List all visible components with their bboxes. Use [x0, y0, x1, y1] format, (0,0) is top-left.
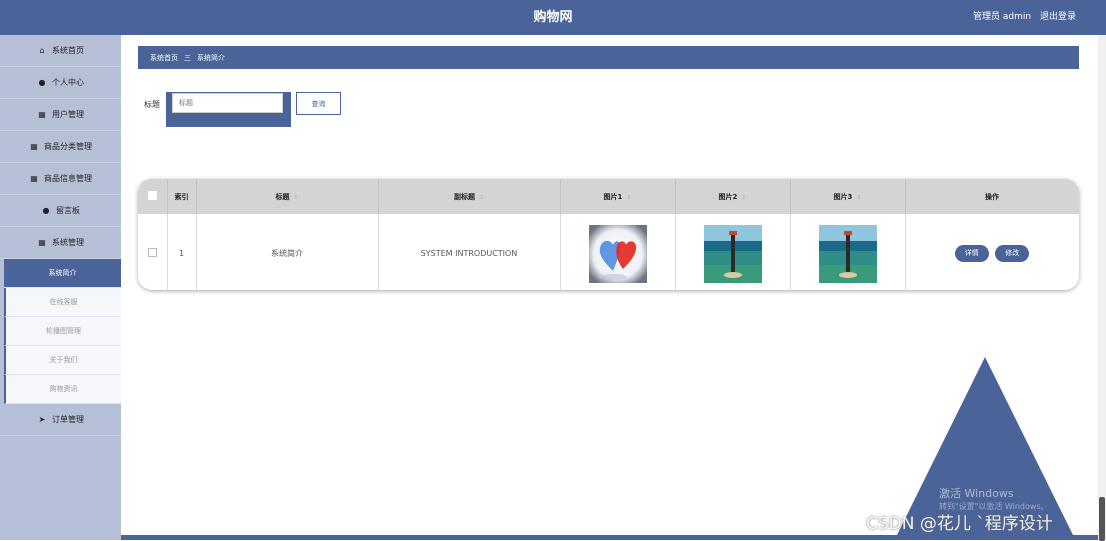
top-navbar: 购物网 管理员 admin 退出登录: [0, 0, 1106, 35]
user-icon: ●: [38, 78, 46, 87]
sidebar-item-categories[interactable]: ▦ 商品分类管理: [0, 131, 121, 163]
sidebar: ⌂ 系统首页 ● 个人中心 ▦ 用户管理 ▦ 商品分类管理 ▦ 商品信息管理 ●…: [0, 35, 121, 540]
column-header-image3[interactable]: 图片3 ⇕: [790, 179, 906, 214]
row-image1-cell: [560, 214, 676, 290]
sidebar-item-label: 商品分类管理: [44, 142, 92, 151]
page-scrollbar[interactable]: [1098, 35, 1106, 541]
send-icon: ➤: [38, 415, 46, 424]
grid-icon: ▦: [30, 174, 38, 183]
bottom-bar: [121, 535, 1106, 540]
breadcrumb-separator: 三: [184, 53, 191, 62]
column-header-image1[interactable]: 图片1 ⇕: [560, 179, 676, 214]
user-area: 管理员 admin 退出登录: [967, 0, 1076, 35]
edit-button[interactable]: 修改: [995, 245, 1030, 262]
home-icon: ⌂: [39, 46, 45, 55]
sidebar-subitem-intro[interactable]: 系统简介: [4, 259, 121, 288]
row-index: 1: [167, 214, 197, 290]
sidebar-subitem-service[interactable]: 在线客服: [4, 288, 121, 317]
sidebar-item-label: 用户管理: [52, 110, 84, 119]
admin-user-label: 管理员 admin: [973, 12, 1032, 22]
windows-activation-watermark: 激活 Windows: [939, 487, 1014, 500]
sidebar-item-label: 个人中心: [52, 78, 84, 87]
grid-icon: ▦: [38, 238, 46, 247]
sidebar-item-label: 订单管理: [52, 415, 84, 424]
column-header-image2[interactable]: 图片2 ⇕: [675, 179, 791, 214]
search-input[interactable]: [172, 93, 283, 113]
column-header-actions: 操作: [905, 179, 1079, 214]
table-header-row: 索引 标题 ⇕ 副标题 ⇕ 图片1 ⇕ 图片2 ⇕ 图片3 ⇕ 操作: [138, 179, 1079, 214]
column-header-label: 图片2: [718, 192, 738, 201]
sort-icon[interactable]: ⇕: [293, 194, 298, 201]
sidebar-item-home[interactable]: ⌂ 系统首页: [0, 35, 121, 67]
sidebar-item-orders[interactable]: ➤ 订单管理: [0, 404, 121, 436]
sort-icon[interactable]: ⇕: [479, 194, 484, 201]
sidebar-item-profile[interactable]: ● 个人中心: [0, 67, 121, 99]
logout-link[interactable]: 退出登录: [1040, 12, 1076, 22]
sidebar-item-users[interactable]: ▦ 用户管理: [0, 99, 121, 131]
column-header-label: 标题: [275, 192, 290, 201]
row-image3-cell: [790, 214, 906, 290]
breadcrumb: 系统首页 三 系统简介: [138, 46, 1079, 69]
column-header-label: 图片1: [603, 192, 623, 201]
sidebar-item-system[interactable]: ▦ 系统管理: [0, 227, 121, 259]
data-table: 索引 标题 ⇕ 副标题 ⇕ 图片1 ⇕ 图片2 ⇕ 图片3 ⇕ 操作 1 系统简介 SYS…: [138, 179, 1079, 290]
query-button[interactable]: 查询: [296, 92, 341, 115]
sidebar-item-label: 留言板: [56, 206, 80, 215]
search-title-label: 标题: [144, 100, 160, 109]
sort-icon[interactable]: ⇕: [856, 194, 861, 201]
select-all-checkbox[interactable]: [147, 191, 157, 200]
row-image2-cell: [675, 214, 791, 290]
sort-icon[interactable]: ⇕: [741, 194, 746, 201]
lighthouse-image[interactable]: [703, 224, 762, 283]
row-checkbox[interactable]: [147, 248, 157, 257]
column-header-label: 副标题: [453, 192, 475, 201]
grid-icon: ▦: [30, 142, 38, 151]
user-icon: ●: [42, 206, 50, 215]
sidebar-subitem-news[interactable]: 购物资讯: [4, 375, 121, 404]
column-header-label: 图片3: [833, 192, 853, 201]
column-header-index: 索引: [167, 179, 197, 214]
sidebar-item-label: 系统首页: [52, 46, 84, 55]
select-all-cell: [138, 179, 168, 214]
detail-button[interactable]: 详情: [954, 245, 989, 262]
sidebar-item-messages[interactable]: ● 留言板: [0, 195, 121, 227]
sidebar-item-label: 系统管理: [52, 238, 84, 247]
column-header-title[interactable]: 标题 ⇕: [196, 179, 379, 214]
sidebar-item-products[interactable]: ▦ 商品信息管理: [0, 163, 121, 195]
row-subtitle: SYSTEM INTRODUCTION: [378, 214, 561, 290]
row-title: 系统简介: [196, 214, 379, 290]
row-select-cell: [138, 214, 168, 290]
hearts-image[interactable]: [588, 224, 647, 283]
site-title: 购物网: [533, 10, 573, 25]
breadcrumb-home[interactable]: 系统首页: [150, 53, 178, 63]
lighthouse-image[interactable]: [818, 224, 877, 283]
sidebar-subitem-about[interactable]: 关于我们: [4, 346, 121, 375]
breadcrumb-current: 系统简介: [197, 53, 225, 62]
sidebar-subitem-carousel[interactable]: 轮播图管理: [4, 317, 121, 346]
sidebar-item-label: 商品信息管理: [44, 174, 92, 183]
grid-icon: ▦: [38, 110, 46, 119]
row-actions-cell: 详情 修改: [905, 214, 1079, 290]
table-row: 1 系统简介 SYSTEM INTRODUCTION 详情 修改: [138, 214, 1079, 290]
sort-icon[interactable]: ⇕: [626, 194, 631, 201]
csdn-watermark: CSDN @花儿 `程序设计: [866, 514, 1053, 534]
column-header-subtitle[interactable]: 副标题 ⇕: [378, 179, 561, 214]
scrollbar-thumb[interactable]: [1099, 497, 1105, 541]
